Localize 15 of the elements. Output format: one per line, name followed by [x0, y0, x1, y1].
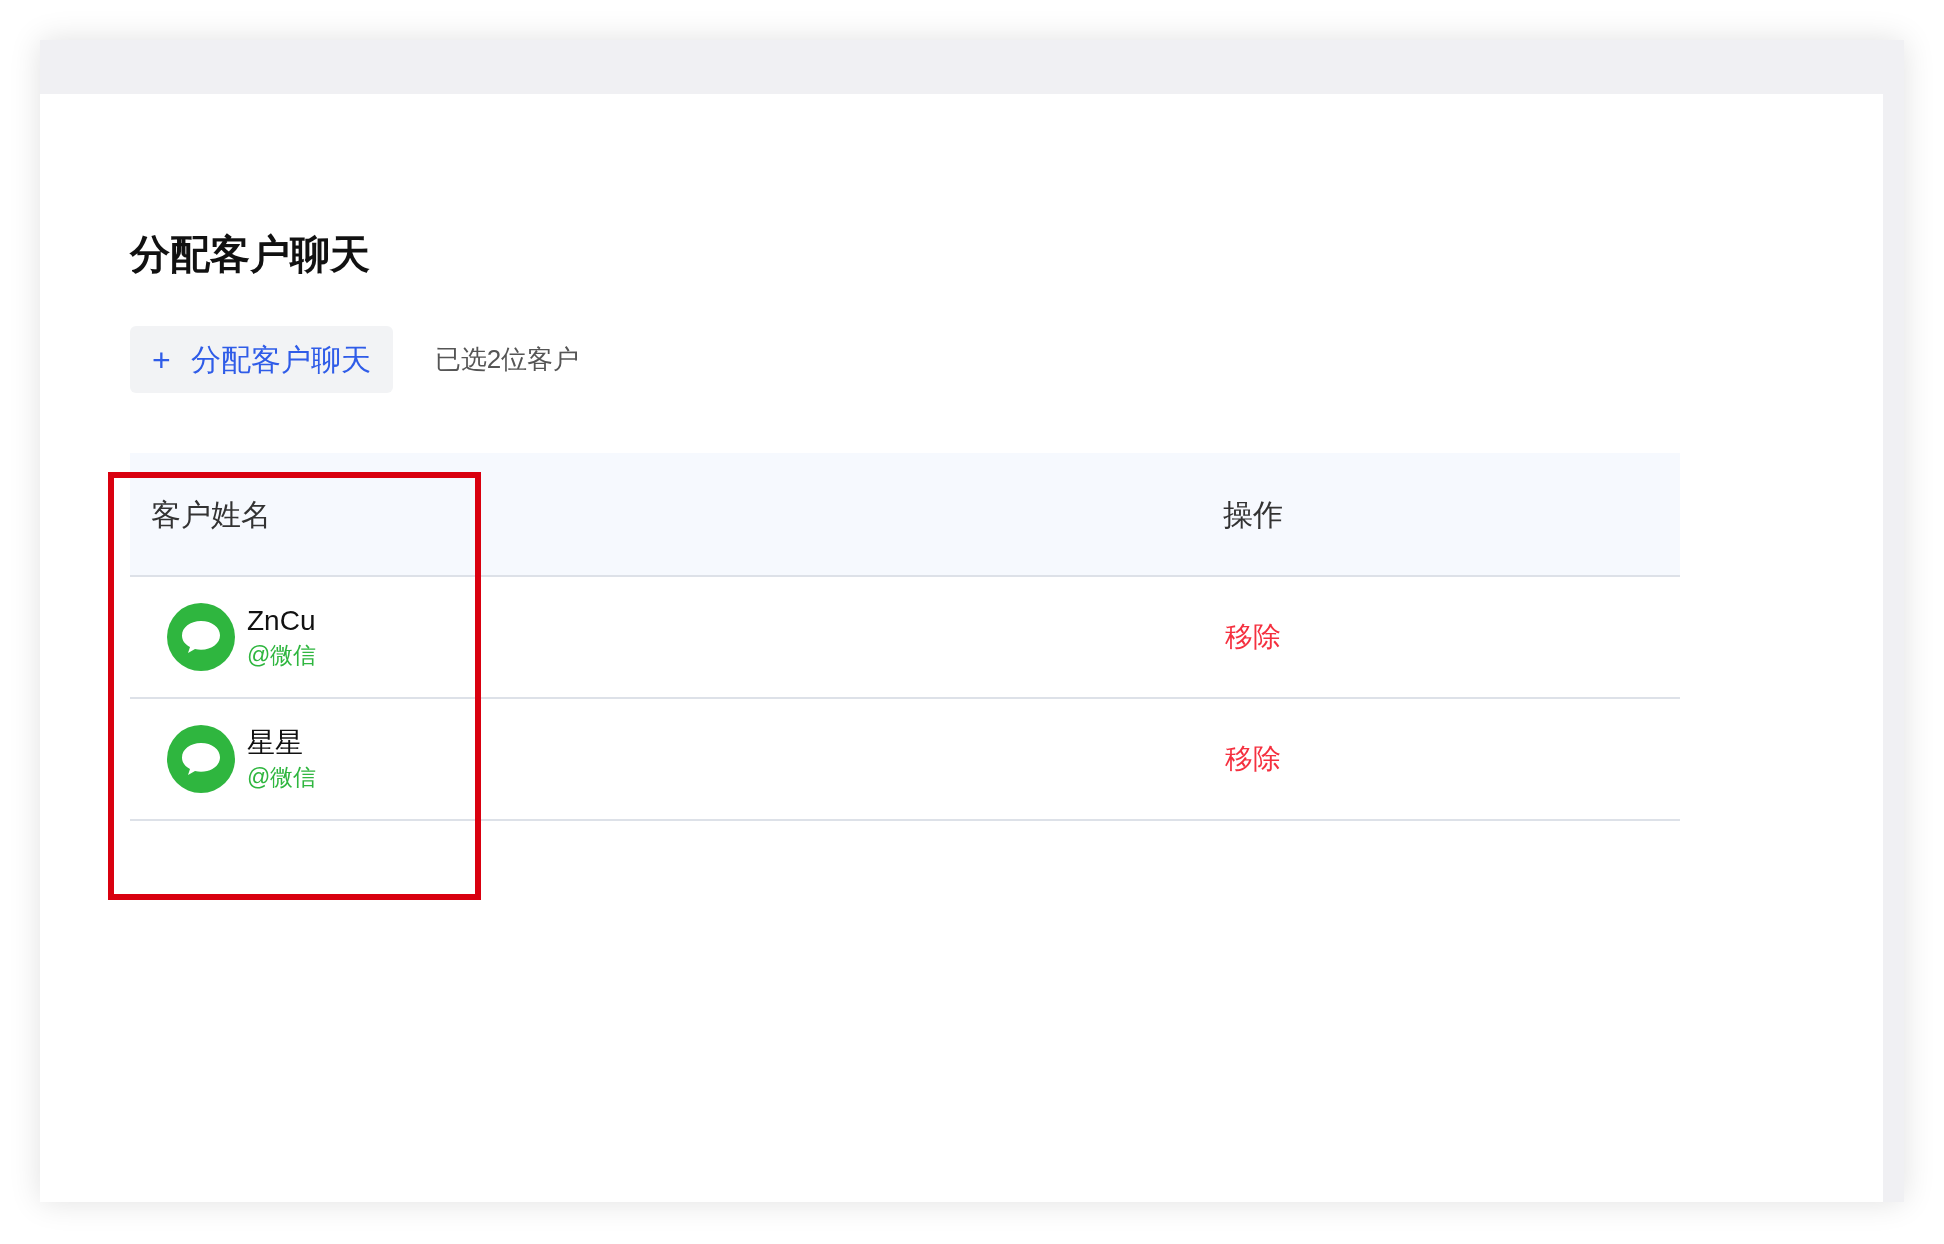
plus-icon: + — [152, 335, 171, 384]
page-title: 分配客户聊天 — [130, 234, 371, 274]
column-header: 客户姓名 — [151, 497, 271, 531]
remove-link[interactable]: 移除 — [1225, 738, 1281, 780]
customer-name: 星星 — [247, 726, 304, 760]
chat-bubble-icon — [167, 725, 235, 793]
button-label: 分配客户聊天 — [190, 342, 371, 378]
chat-bubble-icon — [167, 603, 235, 671]
remove-link[interactable]: 移除 — [1225, 616, 1281, 658]
customer-name: ZnCu — [247, 604, 317, 638]
customer-source: @微信 — [247, 641, 317, 670]
column-header: 操作 — [1223, 497, 1283, 531]
assign-chat-button[interactable]: + 分配客户聊天 — [130, 326, 393, 393]
customer-source: @微信 — [247, 763, 317, 792]
selection-count: 已选2位客户 — [434, 343, 580, 376]
